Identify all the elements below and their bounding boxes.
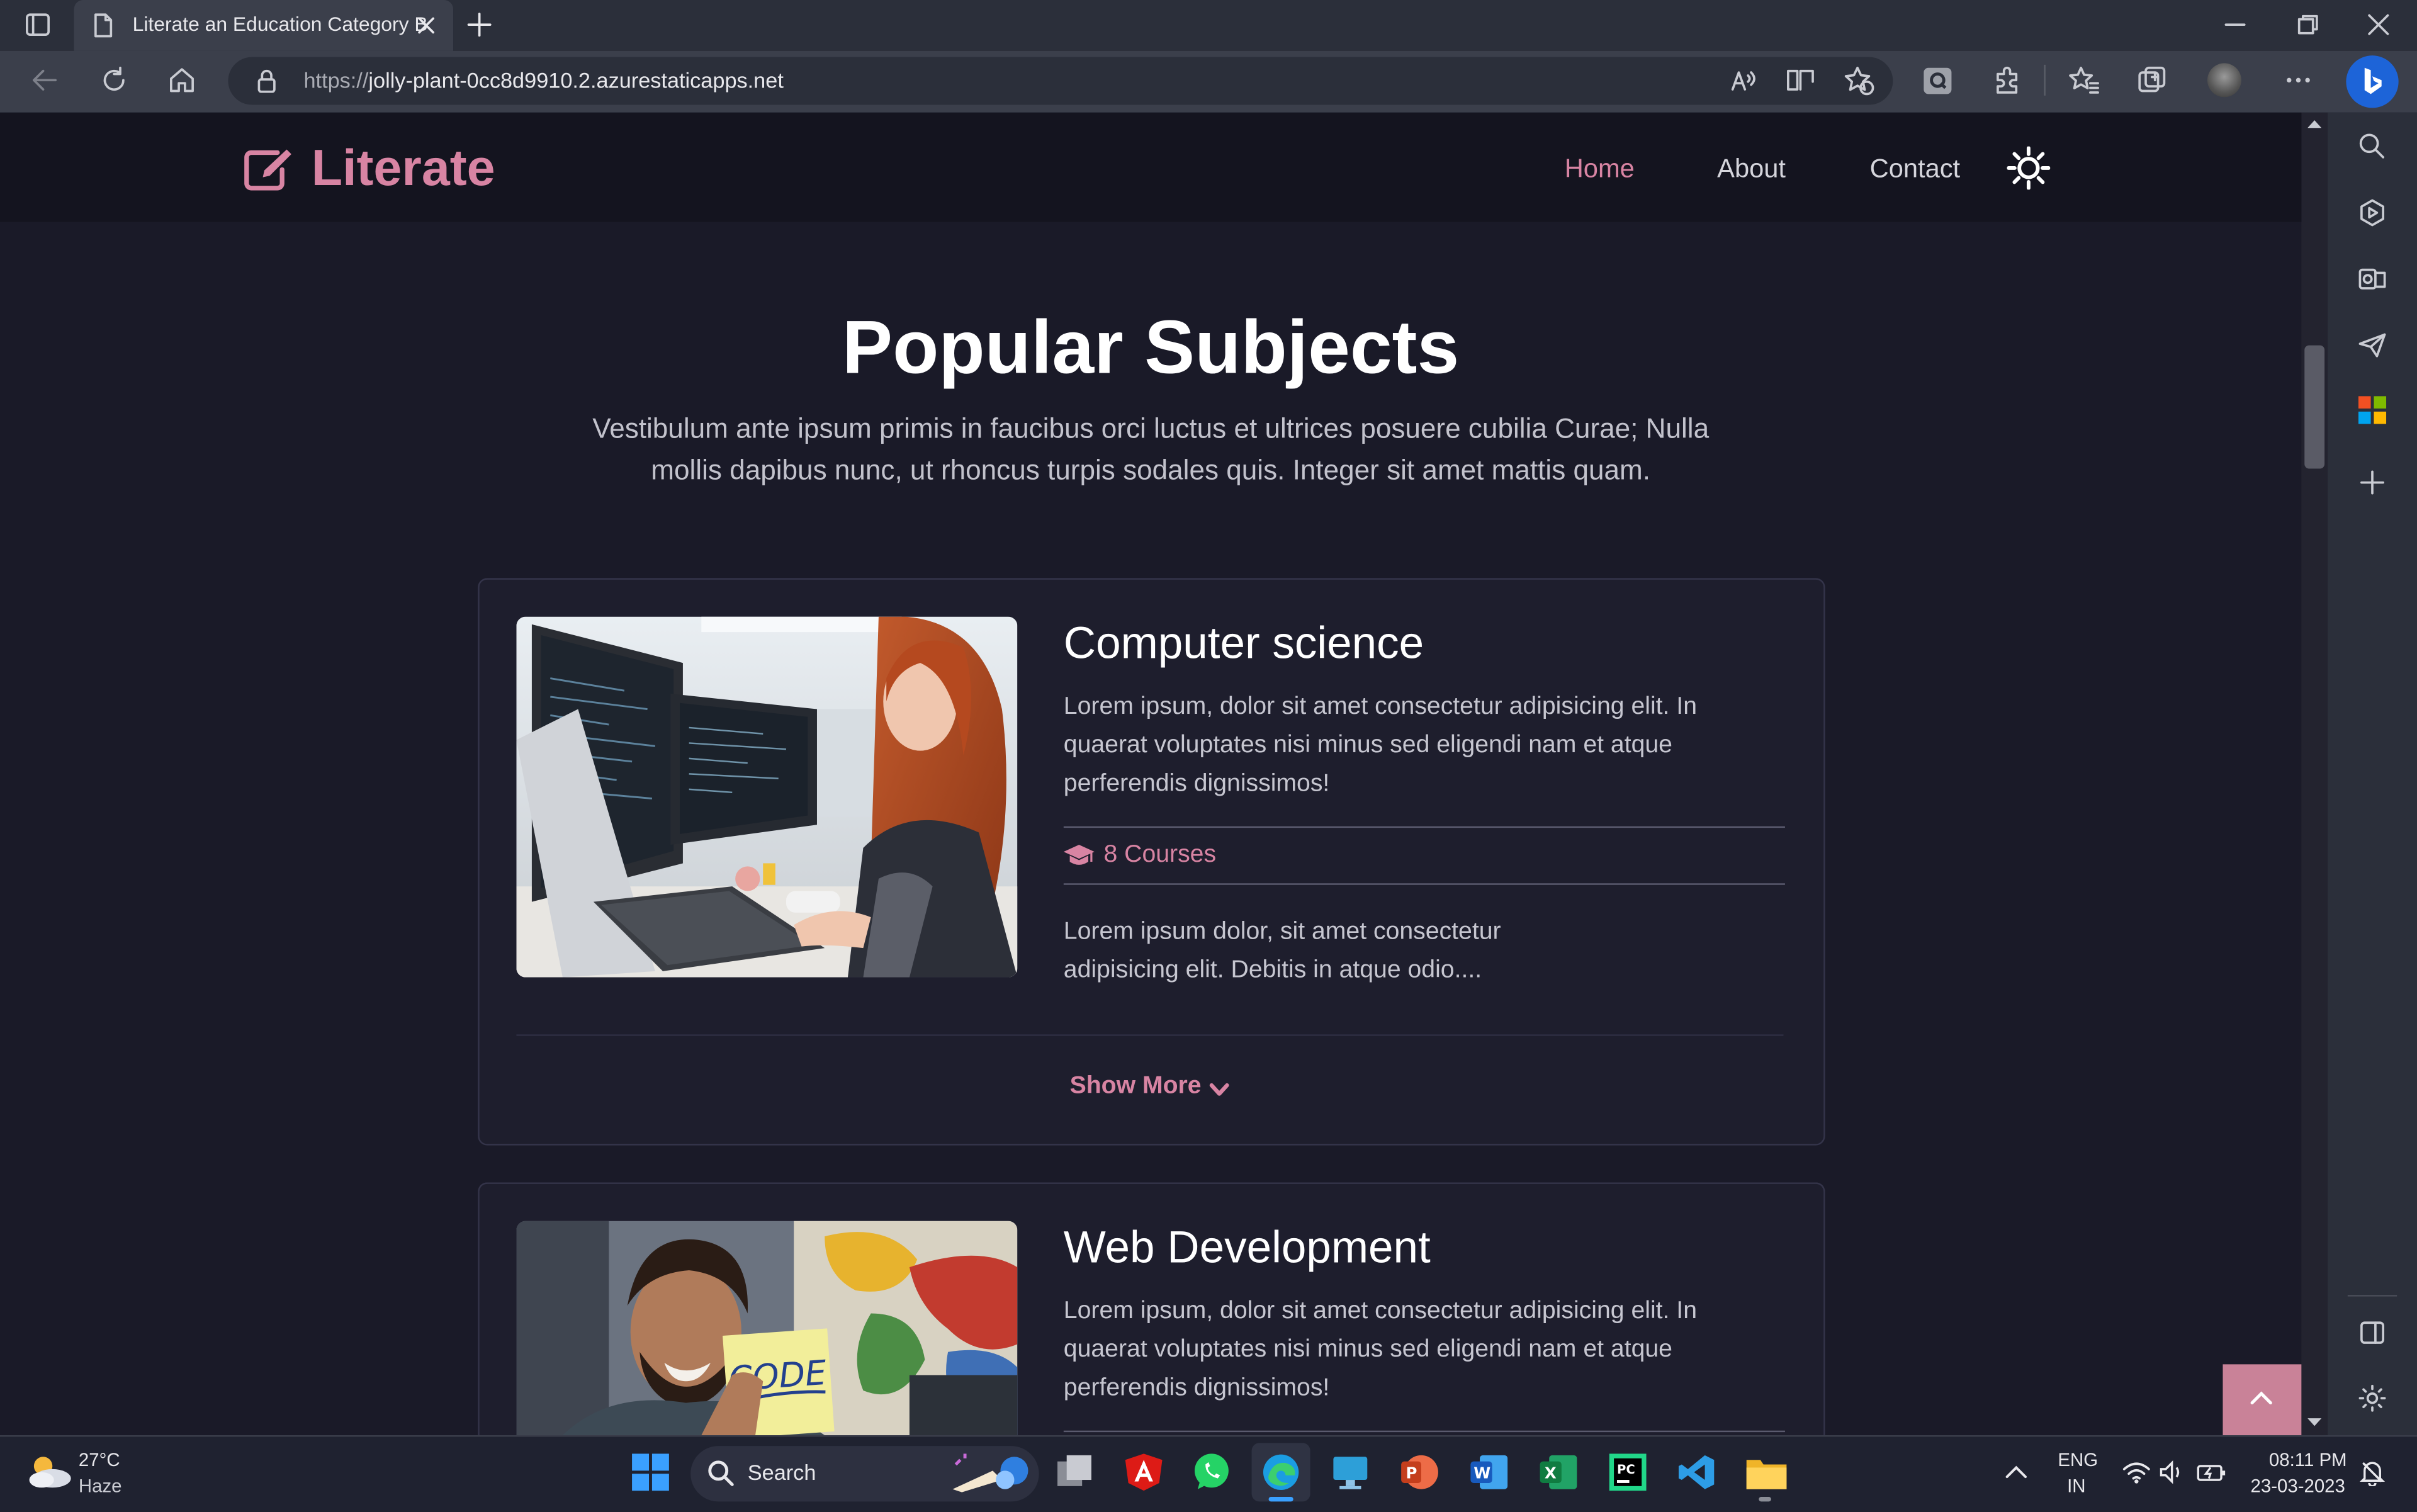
tab-close-icon[interactable] xyxy=(416,15,436,35)
scroll-down-arrow-icon[interactable] xyxy=(2306,1417,2323,1430)
brand-name[interactable]: Literate xyxy=(312,138,495,197)
taskbar-search-icon xyxy=(708,1460,734,1486)
sidebar-search-icon[interactable] xyxy=(2357,131,2388,162)
close-window-icon[interactable] xyxy=(2366,13,2391,37)
powerpoint-icon[interactable]: P xyxy=(1400,1452,1440,1492)
excel-icon[interactable]: X xyxy=(1538,1452,1579,1492)
battery-icon[interactable] xyxy=(2197,1460,2228,1484)
card-description: Lorem ipsum, dolor sit amet consectetur … xyxy=(1063,1298,1698,1402)
scroll-thumb[interactable] xyxy=(2304,345,2325,469)
card-description: Lorem ipsum, dolor sit amet consectetur … xyxy=(1063,694,1698,798)
card-footer-divider xyxy=(516,1034,1784,1036)
tab-title: Literate an Education Category B xyxy=(132,12,428,36)
nav-contact-link[interactable]: Contact xyxy=(1870,154,1960,185)
weather-description[interactable]: Haze xyxy=(79,1475,122,1497)
url-text[interactable]: https://jolly-plant-0cc8d9910.2.azuresta… xyxy=(303,68,783,93)
section-heading: Popular Subjects xyxy=(842,307,1460,390)
card-extra-text: Lorem ipsum dolor, sit amet consectetur … xyxy=(1063,918,1501,984)
active-app-indicator xyxy=(1268,1496,1293,1502)
page-scrollbar[interactable] xyxy=(2301,112,2328,1436)
show-more-button[interactable]: Show More xyxy=(1070,1073,1202,1101)
windows-start-icon[interactable] xyxy=(631,1452,671,1492)
taskbar-search-label: Search xyxy=(747,1460,816,1485)
svg-text:PC: PC xyxy=(1617,1462,1635,1477)
edge-sidebar xyxy=(2327,112,2417,1436)
search-highlight-icon xyxy=(952,1453,1028,1492)
add-favorite-icon[interactable] xyxy=(1842,65,1876,96)
scroll-up-arrow-icon[interactable] xyxy=(2306,117,2323,130)
sidebar-shopping-icon[interactable] xyxy=(2357,197,2388,228)
angular-app-icon[interactable] xyxy=(1124,1452,1164,1492)
weather-haze-icon[interactable] xyxy=(25,1449,74,1495)
favorites-icon[interactable] xyxy=(2067,65,2101,96)
chevron-up-icon xyxy=(2250,1391,2272,1405)
task-view-icon[interactable] xyxy=(1054,1452,1095,1492)
home-icon[interactable] xyxy=(166,65,197,96)
nav-about-link[interactable]: About xyxy=(1717,154,1786,185)
word-icon[interactable]: W xyxy=(1469,1452,1509,1492)
remote-desktop-icon[interactable] xyxy=(1330,1452,1370,1492)
wifi-icon[interactable] xyxy=(2122,1460,2150,1484)
restore-icon[interactable] xyxy=(2296,13,2320,37)
card-divider xyxy=(1063,883,1785,885)
notifications-icon[interactable] xyxy=(2358,1458,2386,1486)
minimize-icon[interactable] xyxy=(2223,13,2247,37)
file-explorer-icon[interactable] xyxy=(1745,1452,1788,1492)
course-count: 8 Courses xyxy=(1103,842,1217,868)
language-indicator[interactable]: ENG xyxy=(2058,1449,2098,1470)
weather-temperature[interactable]: 27°C xyxy=(79,1449,120,1470)
new-tab-icon[interactable] xyxy=(466,11,493,38)
pycharm-icon[interactable]: PC xyxy=(1608,1452,1648,1492)
card-divider xyxy=(1063,826,1785,828)
vscode-icon[interactable] xyxy=(1677,1452,1718,1492)
volume-icon[interactable] xyxy=(2158,1460,2186,1484)
sidebar-add-icon[interactable] xyxy=(2358,468,2386,496)
clock-date[interactable]: 23-03-2023 xyxy=(2251,1475,2345,1497)
card-title[interactable]: Web Development xyxy=(1064,1224,1431,1275)
back-icon[interactable] xyxy=(30,66,60,94)
section-lead: Vestibulum ante ipsum primis in faucibus… xyxy=(592,413,1710,486)
svg-text:W: W xyxy=(1473,1464,1490,1482)
graduation-cap-icon xyxy=(1063,845,1095,865)
reader-mode-icon[interactable] xyxy=(1785,66,1816,94)
edge-browser-icon[interactable] xyxy=(1261,1452,1301,1492)
show-hidden-icons-icon[interactable] xyxy=(2004,1462,2029,1483)
brand-logo-icon[interactable] xyxy=(244,145,296,191)
sidebar-settings-icon[interactable] xyxy=(2357,1383,2388,1414)
page-icon xyxy=(94,13,113,38)
card-divider xyxy=(1063,1430,1785,1433)
tab-actions-icon[interactable] xyxy=(25,13,52,39)
computer-science-image xyxy=(516,616,1018,978)
bing-icon xyxy=(2364,67,2382,94)
extension-q-icon[interactable] xyxy=(1922,66,1953,96)
language-region[interactable]: IN xyxy=(2067,1475,2085,1497)
web-development-image: CODE xyxy=(516,1221,1018,1436)
more-options-icon[interactable] xyxy=(2283,68,2314,93)
sidebar-panel-icon[interactable] xyxy=(2358,1319,2386,1346)
whatsapp-icon[interactable] xyxy=(1192,1452,1232,1492)
sidebar-divider xyxy=(2347,1295,2397,1297)
nav-home-link[interactable]: Home xyxy=(1565,154,1635,185)
read-aloud-icon[interactable] xyxy=(1730,66,1761,94)
open-app-indicator xyxy=(1759,1496,1771,1502)
chevron-down-icon xyxy=(1209,1083,1229,1096)
collections-icon[interactable] xyxy=(2136,65,2170,96)
extensions-icon[interactable] xyxy=(1992,65,2022,96)
svg-text:P: P xyxy=(1406,1464,1417,1482)
refresh-icon[interactable] xyxy=(99,65,130,96)
svg-text:X: X xyxy=(1545,1464,1557,1482)
profile-avatar[interactable] xyxy=(2207,63,2241,98)
theme-toggle-sun-icon[interactable] xyxy=(2007,146,2051,190)
sidebar-send-icon[interactable] xyxy=(2357,330,2388,361)
clock-time[interactable]: 08:11 PM xyxy=(2269,1449,2347,1470)
sidebar-outlook-icon[interactable] xyxy=(2357,264,2388,295)
toolbar-divider xyxy=(2044,64,2046,96)
card-title[interactable]: Computer science xyxy=(1064,619,1424,670)
sidebar-office-icon[interactable] xyxy=(2357,395,2388,426)
lock-icon[interactable] xyxy=(254,68,279,94)
